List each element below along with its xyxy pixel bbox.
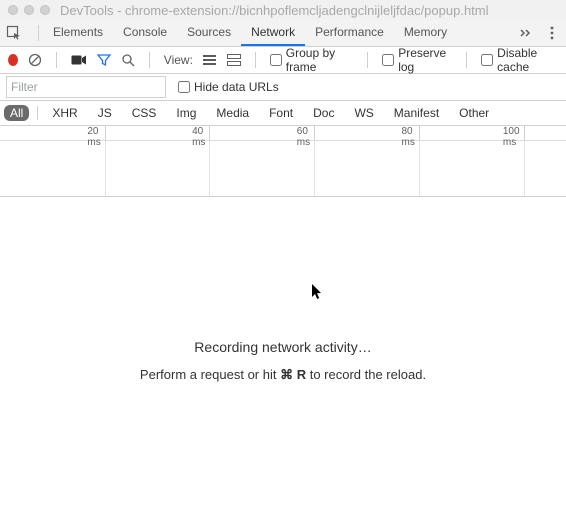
group-by-frame-input[interactable] xyxy=(270,54,282,66)
type-filter-font[interactable]: Font xyxy=(263,105,299,121)
timeline-ruler: 20 ms40 ms60 ms80 ms100 ms xyxy=(0,126,566,141)
traffic-light-minimize[interactable] xyxy=(24,5,34,15)
type-filter-doc[interactable]: Doc xyxy=(307,105,340,121)
timeline-overview[interactable]: 20 ms40 ms60 ms80 ms100 ms xyxy=(0,126,566,197)
tab-console[interactable]: Console xyxy=(113,20,177,46)
record-button[interactable] xyxy=(8,54,18,66)
type-filter-xhr[interactable]: XHR xyxy=(46,105,83,121)
separator xyxy=(149,52,150,68)
separator xyxy=(38,25,39,41)
tab-elements[interactable]: Elements xyxy=(43,20,113,46)
timeline-gridline xyxy=(209,140,210,196)
overflow-tabs-icon[interactable] xyxy=(518,25,534,41)
timeline-gridline xyxy=(314,140,315,196)
type-filter-all[interactable]: All xyxy=(4,105,29,121)
type-filter-bar: All XHR JS CSS Img Media Font Doc WS Manifest Othe… xyxy=(0,101,566,126)
hide-data-urls-label: Hide data URLs xyxy=(194,80,279,94)
clear-icon[interactable] xyxy=(28,52,42,68)
disable-cache-checkbox[interactable]: Disable cache xyxy=(481,46,558,74)
separator xyxy=(37,106,38,120)
hint-key: ⌘ R xyxy=(280,367,306,382)
network-empty-state: Recording network activity… Perform a re… xyxy=(0,197,566,517)
group-by-frame-label: Group by frame xyxy=(286,46,354,74)
network-toolbar: View: Group by frame Preserve log Disabl… xyxy=(0,47,566,74)
tab-performance[interactable]: Performance xyxy=(305,20,394,46)
traffic-light-zoom[interactable] xyxy=(40,5,50,15)
filter-input[interactable] xyxy=(6,76,166,98)
separator xyxy=(367,52,368,68)
hide-data-urls-input[interactable] xyxy=(178,81,190,93)
group-by-frame-checkbox[interactable]: Group by frame xyxy=(270,46,354,74)
type-filter-css[interactable]: CSS xyxy=(126,105,163,121)
timeline-lanes xyxy=(0,140,566,196)
tab-memory[interactable]: Memory xyxy=(394,20,457,46)
preserve-log-checkbox[interactable]: Preserve log xyxy=(382,46,452,74)
type-filter-manifest[interactable]: Manifest xyxy=(388,105,445,121)
tab-sources[interactable]: Sources xyxy=(177,20,241,46)
disable-cache-input[interactable] xyxy=(481,54,493,66)
type-filter-other[interactable]: Other xyxy=(453,105,495,121)
view-large-icon[interactable] xyxy=(227,52,241,68)
search-icon[interactable] xyxy=(121,52,135,68)
kebab-menu-icon[interactable] xyxy=(544,25,560,41)
recording-message: Recording network activity… xyxy=(0,339,566,355)
traffic-light-close[interactable] xyxy=(8,5,18,15)
hint-post: to record the reload. xyxy=(306,367,426,382)
hide-data-urls-checkbox[interactable]: Hide data URLs xyxy=(178,80,279,94)
preserve-log-label: Preserve log xyxy=(398,46,452,74)
type-filter-ws[interactable]: WS xyxy=(348,105,379,121)
timeline-gridline xyxy=(105,140,106,196)
titlebar: DevTools - chrome-extension://bicnhpofle… xyxy=(0,0,566,20)
disable-cache-label: Disable cache xyxy=(497,46,558,74)
filter-bar: Hide data URLs xyxy=(0,74,566,101)
view-list-icon[interactable] xyxy=(203,52,217,68)
main-tabbar: ElementsConsoleSourcesNetworkPerformance… xyxy=(0,20,566,47)
cursor-pointer-icon xyxy=(311,283,323,299)
inspect-element-icon[interactable] xyxy=(6,25,22,41)
separator xyxy=(56,52,57,68)
hint-pre: Perform a request or hit xyxy=(140,367,280,382)
type-filter-media[interactable]: Media xyxy=(210,105,255,121)
type-filter-img[interactable]: Img xyxy=(170,105,202,121)
type-filter-js[interactable]: JS xyxy=(92,105,118,121)
separator xyxy=(466,52,467,68)
separator xyxy=(255,52,256,68)
filter-icon[interactable] xyxy=(97,52,111,68)
camera-icon[interactable] xyxy=(71,52,87,68)
timeline-gridline xyxy=(524,140,525,196)
window-title: DevTools - chrome-extension://bicnhpofle… xyxy=(60,3,489,18)
preserve-log-input[interactable] xyxy=(382,54,394,66)
tab-network[interactable]: Network xyxy=(241,20,305,46)
timeline-gridline xyxy=(419,140,420,196)
hint-message: Perform a request or hit ⌘ R to record t… xyxy=(0,367,566,383)
view-label: View: xyxy=(164,53,193,67)
